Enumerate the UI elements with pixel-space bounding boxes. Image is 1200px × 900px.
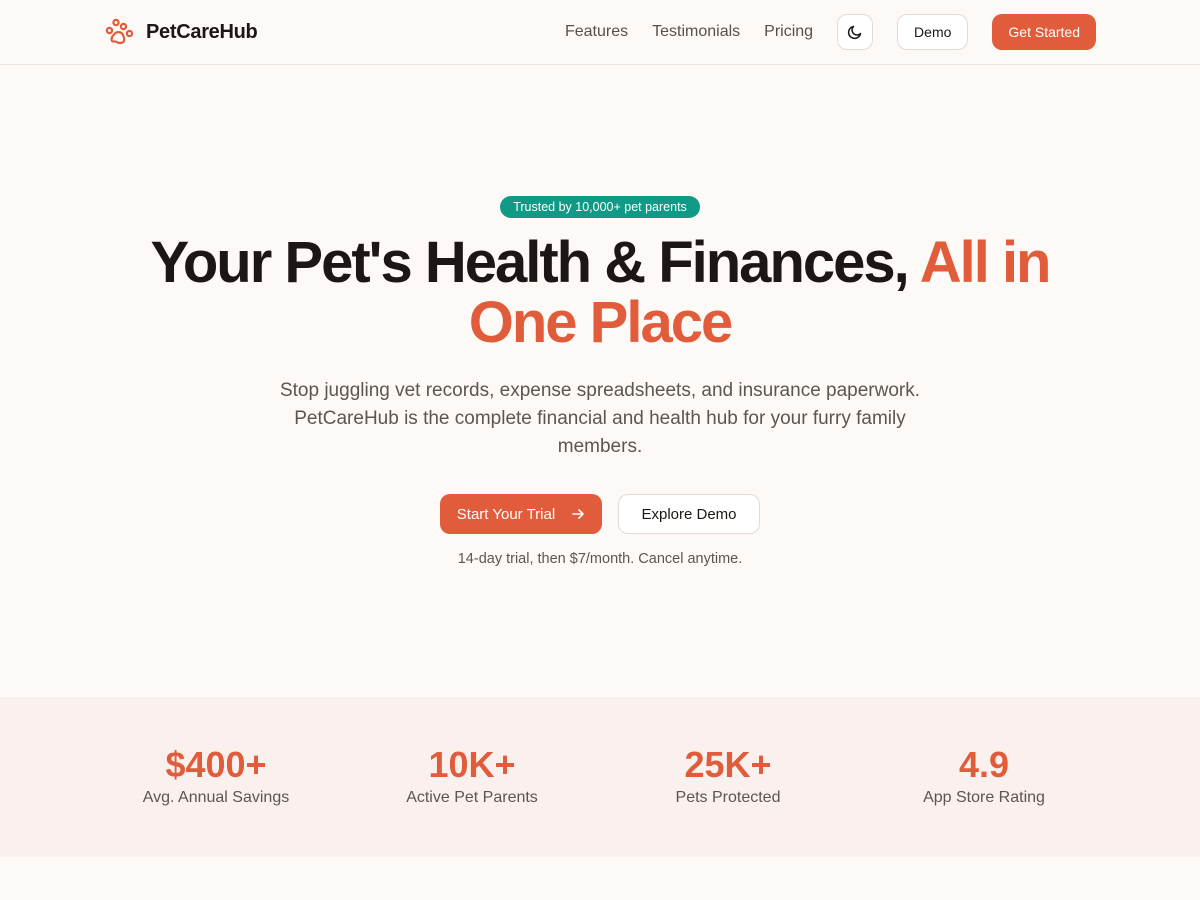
trust-badge: Trusted by 10,000+ pet parents [500,196,700,218]
hero-headline: Your Pet's Health & Finances, All in One… [100,233,1100,353]
nav-link-pricing[interactable]: Pricing [764,23,813,41]
demo-button[interactable]: Demo [897,14,969,50]
stat-label: Pets Protected [675,789,781,806]
stat-value: 10K+ [428,744,516,785]
stat-active-parents: 10K+ Active Pet Parents [344,745,600,809]
main-nav: Features Testimonials Pricing Demo Get S… [565,14,1096,50]
theme-toggle-button[interactable] [837,14,874,50]
stat-pets-protected: 25K+ Pets Protected [600,745,856,809]
top-navigation-bar: PetCareHub Features Testimonials Pricing… [0,0,1200,65]
get-started-button[interactable]: Get Started [992,14,1096,50]
start-trial-label: Start Your Trial [456,505,556,523]
headline-main-text: Your Pet's Health & Finances, [150,230,920,295]
stats-section: $400+ Avg. Annual Savings 10K+ Active Pe… [0,697,1200,857]
brand-logo-link[interactable]: PetCareHub [104,16,258,48]
start-trial-button[interactable]: Start Your Trial [440,494,602,534]
stat-value: 25K+ [684,744,772,785]
stat-value: 4.9 [958,744,1010,785]
stat-label: Active Pet Parents [406,789,538,806]
nav-link-features[interactable]: Features [565,23,628,41]
brand-name: PetCareHub [146,20,258,43]
hero-subtext: Stop juggling vet records, expense sprea… [279,380,921,457]
explore-demo-button[interactable]: Explore Demo [618,494,760,534]
stat-label: App Store Rating [923,789,1045,806]
trial-fineprint: 14-day trial, then $7/month. Cancel anyt… [457,551,743,567]
hero-section: Trusted by 10,000+ pet parents Your Pet'… [0,65,1200,697]
stat-label: Avg. Annual Savings [142,789,290,806]
paw-icon [105,18,134,45]
nav-link-testimonials[interactable]: Testimonials [652,23,740,41]
stat-app-rating: 4.9 App Store Rating [856,745,1112,809]
stat-value: $400+ [165,744,267,785]
moon-icon [847,25,862,40]
hero-cta-row: Start Your Trial Explore Demo [440,494,760,534]
stat-annual-savings: $400+ Avg. Annual Savings [88,745,344,809]
arrow-right-icon [572,509,584,519]
